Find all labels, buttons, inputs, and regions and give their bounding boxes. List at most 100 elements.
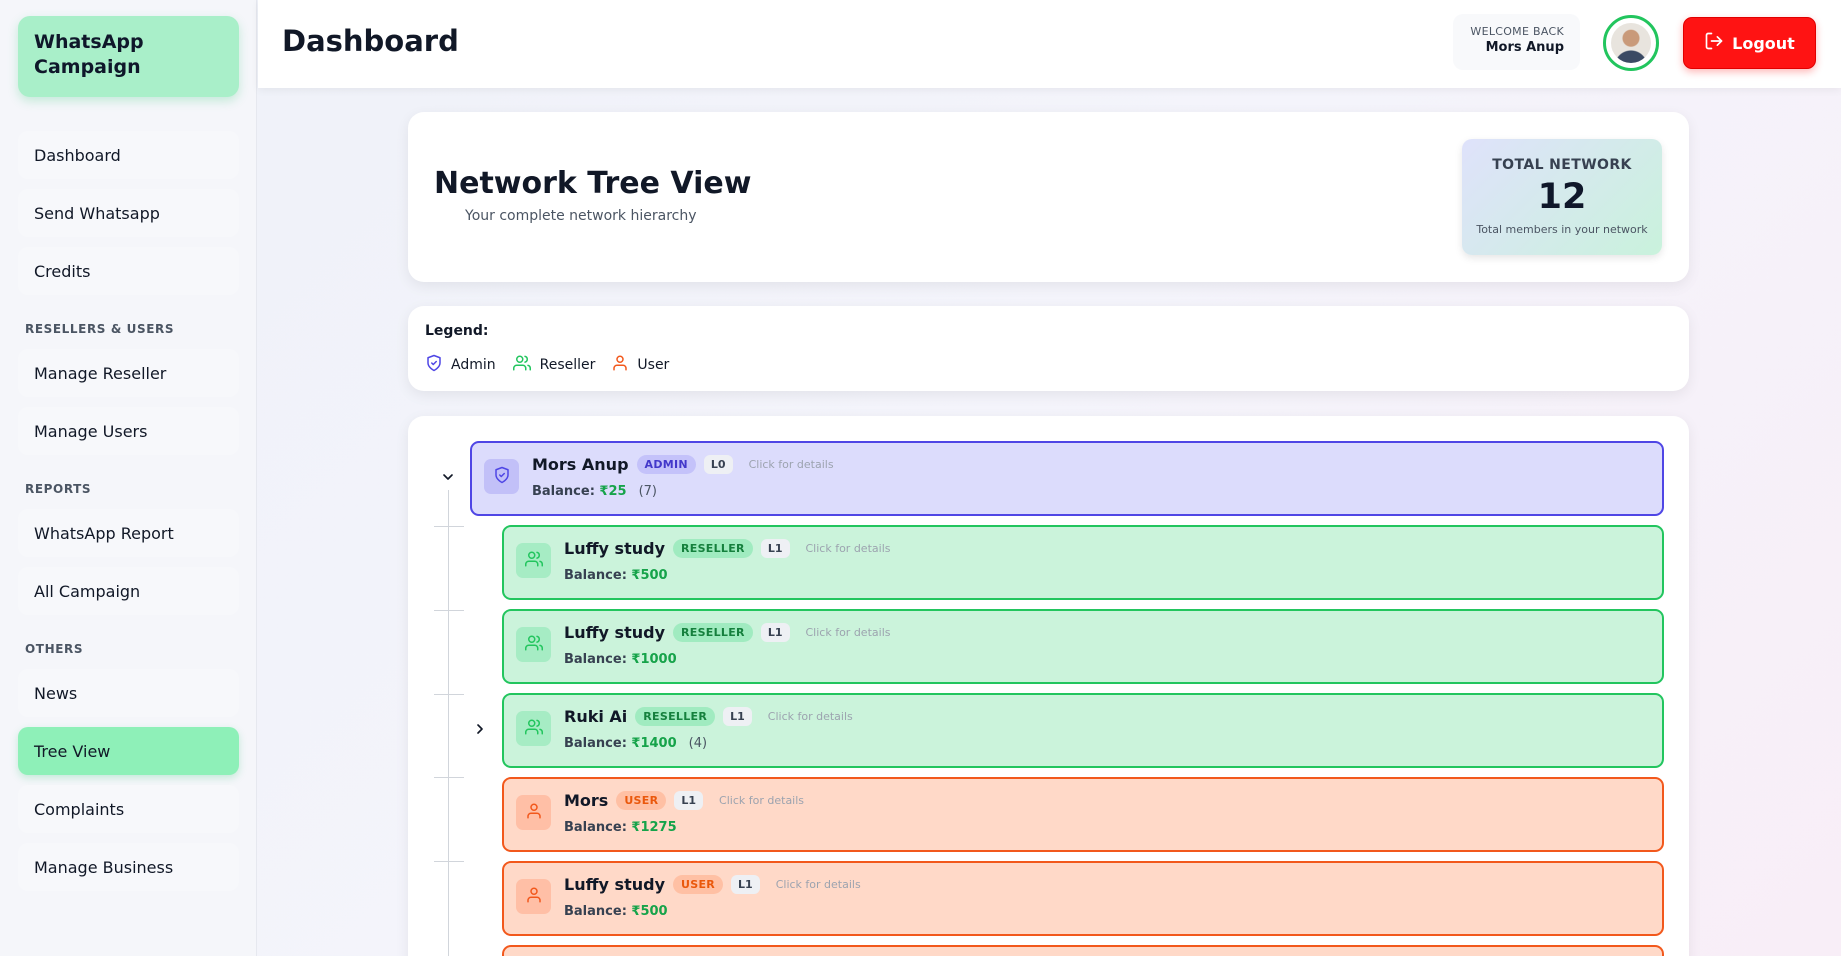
total-network-label: TOTAL NETWORK: [1492, 157, 1632, 173]
user-name: Mors Anup: [1485, 40, 1564, 55]
logout-label: Logout: [1732, 33, 1795, 53]
tree-node-reseller[interactable]: Ruki Ai RESELLER L1 Click for details Ba…: [502, 693, 1664, 768]
sidebar-section-reports: REPORTS: [25, 482, 92, 496]
node-icon-box: [516, 795, 551, 830]
node-name: Mors: [564, 791, 609, 810]
node-name: Mors Anup: [532, 455, 629, 474]
sidebar-item-manage-users[interactable]: Manage Users: [18, 407, 239, 455]
avatar-image: [1611, 23, 1651, 63]
total-network-value: 12: [1537, 177, 1587, 217]
balance-label: Balance:: [532, 484, 595, 499]
shield-icon: [425, 354, 443, 376]
role-badge: RESELLER: [635, 707, 716, 726]
tree-branch-line: [434, 777, 464, 778]
balance-amount: ₹25: [599, 484, 627, 499]
details-hint: Click for details: [775, 878, 861, 891]
role-badge: ADMIN: [636, 455, 696, 474]
tree-node-user-partial[interactable]: [502, 945, 1664, 956]
collapse-toggle-root[interactable]: [438, 469, 458, 489]
logout-icon: [1704, 31, 1724, 55]
balance-label: Balance:: [564, 820, 627, 835]
total-network-caption: Total members in your network: [1476, 223, 1648, 236]
level-badge: L0: [703, 455, 733, 474]
tree-node-reseller[interactable]: Luffy study RESELLER L1 Click for detail…: [502, 525, 1664, 600]
details-hint: Click for details: [767, 710, 853, 723]
balance-label: Balance:: [564, 568, 627, 583]
balance-amount: ₹500: [631, 904, 668, 919]
node-name: Luffy study: [564, 539, 665, 558]
level-badge: L1: [760, 539, 790, 558]
legend-label-reseller: Reseller: [539, 357, 596, 373]
sidebar-item-complaints[interactable]: Complaints: [18, 785, 239, 833]
details-hint: Click for details: [805, 542, 891, 555]
child-count: (4): [688, 736, 708, 751]
legend-card: Legend: Admin Reseller User: [408, 306, 1689, 391]
shield-icon: [493, 466, 511, 488]
balance-label: Balance:: [564, 736, 627, 751]
users-icon: [512, 354, 532, 376]
tree-connector-line: [448, 490, 449, 956]
balance-label: Balance:: [564, 904, 627, 919]
tree-node-user[interactable]: Luffy study USER L1 Click for details Ba…: [502, 861, 1664, 936]
role-badge: USER: [673, 875, 724, 894]
sidebar-item-manage-business[interactable]: Manage Business: [18, 843, 239, 891]
sidebar-item-all-campaign[interactable]: All Campaign: [18, 567, 239, 615]
node-icon-box: [516, 879, 551, 914]
user-icon: [525, 886, 543, 908]
expand-toggle-ruki[interactable]: [470, 721, 490, 741]
tree-branch-line: [434, 610, 464, 611]
logout-button[interactable]: Logout: [1683, 17, 1816, 69]
legend-item-reseller: Reseller: [512, 354, 596, 376]
node-icon-box: [516, 543, 551, 578]
users-icon: [524, 634, 544, 656]
legend-label-user: User: [637, 357, 670, 373]
total-network-box: TOTAL NETWORK 12 Total members in your n…: [1462, 139, 1662, 255]
chevron-right-icon: [472, 721, 488, 741]
role-badge: USER: [616, 791, 667, 810]
welcome-label: WELCOME BACK: [1470, 25, 1564, 38]
sidebar-item-tree-view[interactable]: Tree View: [18, 727, 239, 775]
sidebar-item-news[interactable]: News: [18, 669, 239, 717]
top-header: Dashboard WELCOME BACK Mors Anup Logout: [258, 0, 1841, 88]
sidebar-section-others: OTHERS: [25, 642, 84, 656]
sidebar-item-send-whatsapp[interactable]: Send Whatsapp: [18, 189, 239, 237]
tree-node-reseller[interactable]: Luffy study RESELLER L1 Click for detail…: [502, 609, 1664, 684]
tree-branch-line: [434, 526, 464, 527]
role-badge: RESELLER: [673, 623, 753, 642]
child-count: (7): [638, 484, 657, 499]
level-badge: L1: [674, 791, 704, 810]
sidebar-item-whatsapp-report[interactable]: WhatsApp Report: [18, 509, 239, 557]
brand-logo[interactable]: WhatsApp Campaign: [18, 16, 239, 97]
user-icon: [525, 802, 543, 824]
details-hint: Click for details: [805, 626, 891, 639]
chevron-down-icon: [440, 469, 456, 489]
node-name: Ruki Ai: [564, 707, 628, 726]
node-icon-box: [484, 459, 519, 494]
legend-label-admin: Admin: [451, 357, 496, 373]
node-name: Luffy study: [564, 875, 665, 894]
tree-header-card: Network Tree View Your complete network …: [408, 112, 1689, 282]
user-icon: [611, 354, 629, 376]
legend-title: Legend:: [425, 323, 489, 339]
sidebar-section-resellers: RESELLERS & USERS: [25, 322, 175, 336]
sidebar-item-manage-reseller[interactable]: Manage Reseller: [18, 349, 239, 397]
tree-subtitle: Your complete network hierarchy: [465, 208, 697, 224]
avatar[interactable]: [1603, 15, 1659, 71]
sidebar-item-dashboard[interactable]: Dashboard: [18, 131, 239, 179]
sidebar: WhatsApp Campaign Dashboard Send Whatsap…: [0, 0, 257, 956]
tree-branch-line: [434, 861, 464, 862]
tree-title: Network Tree View: [434, 166, 752, 201]
details-hint: Click for details: [748, 458, 834, 471]
tree-node-user[interactable]: Mors USER L1 Click for details Balance: …: [502, 777, 1664, 852]
tree-branch-line: [434, 694, 464, 695]
welcome-box: WELCOME BACK Mors Anup: [1453, 14, 1580, 70]
legend-item-admin: Admin: [425, 354, 496, 376]
legend-item-user: User: [611, 354, 669, 376]
sidebar-item-credits[interactable]: Credits: [18, 247, 239, 295]
balance-label: Balance:: [564, 652, 627, 667]
legend-row: Admin Reseller User: [425, 354, 685, 376]
users-icon: [524, 550, 544, 572]
balance-amount: ₹500: [631, 568, 668, 583]
tree-node-admin[interactable]: Mors Anup ADMIN L0 Click for details Bal…: [470, 441, 1664, 516]
level-badge: L1: [760, 623, 790, 642]
